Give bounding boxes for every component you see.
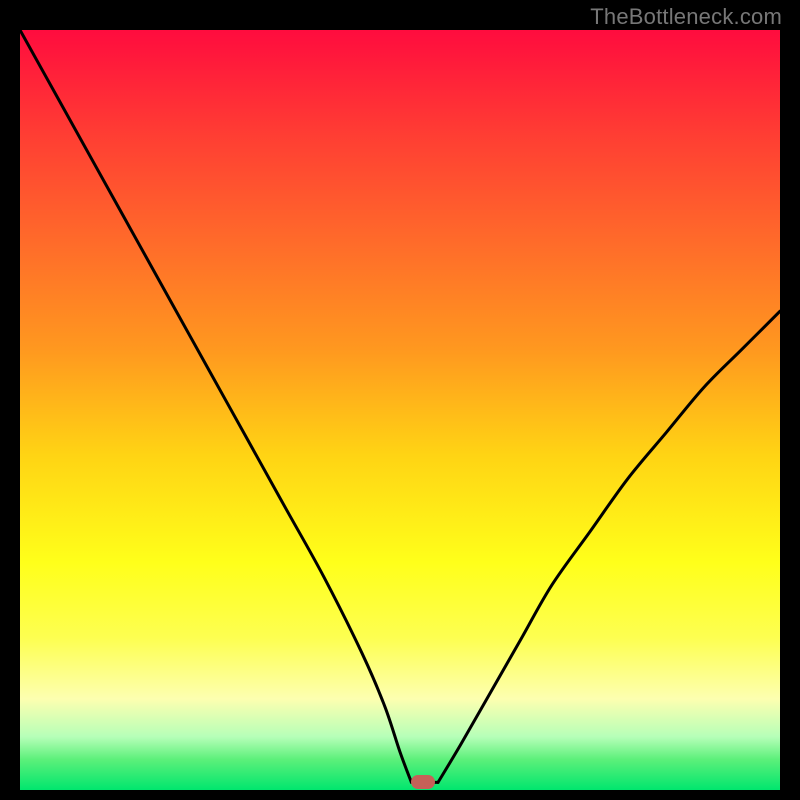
optimum-marker [411, 775, 435, 789]
bottleneck-curve [20, 30, 780, 790]
chart-frame: TheBottleneck.com [0, 0, 800, 800]
plot-area [20, 30, 780, 790]
watermark-text: TheBottleneck.com [590, 4, 782, 30]
